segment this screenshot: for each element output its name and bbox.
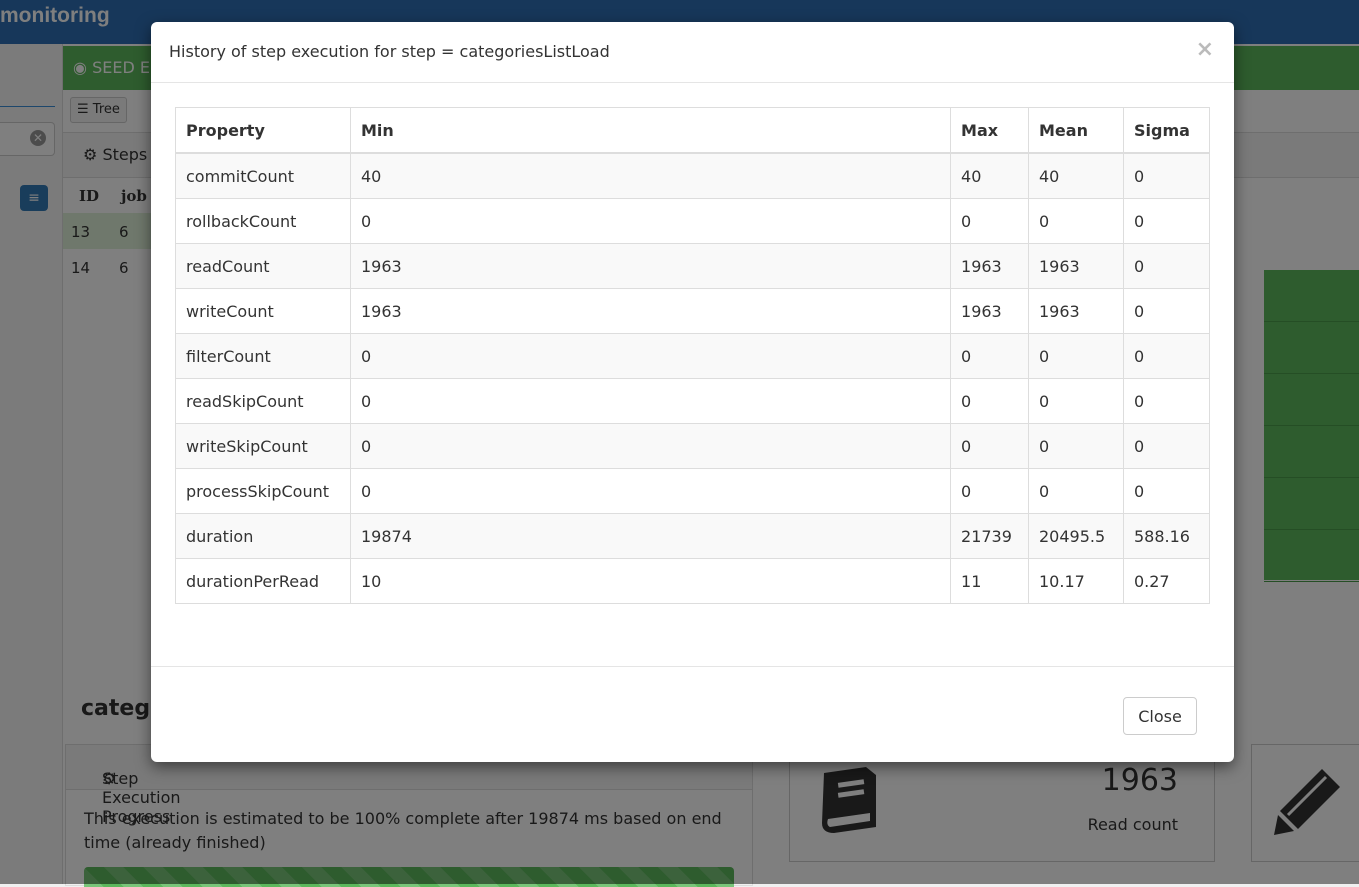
cell-mean: 0 bbox=[1028, 333, 1124, 379]
table-header-row: Property Min Max Mean Sigma bbox=[175, 107, 1211, 154]
cell-min: 19874 bbox=[349, 513, 952, 559]
history-table: Property Min Max Mean Sigma commitCount 4… bbox=[175, 107, 1211, 604]
cell-sigma: 0 bbox=[1122, 288, 1211, 334]
cell-property: readCount bbox=[175, 243, 351, 289]
cell-max: 11 bbox=[950, 558, 1029, 604]
table-row: processSkipCount 0 0 0 0 bbox=[175, 468, 1211, 514]
cell-min: 0 bbox=[349, 333, 952, 379]
cell-mean: 0 bbox=[1028, 198, 1124, 244]
cell-sigma: 0.27 bbox=[1122, 558, 1211, 604]
cell-sigma: 0 bbox=[1122, 152, 1211, 199]
cell-property: writeSkipCount bbox=[175, 423, 351, 469]
cell-mean: 1963 bbox=[1028, 243, 1124, 289]
cell-max: 0 bbox=[950, 468, 1029, 514]
cell-min: 1963 bbox=[349, 288, 952, 334]
cell-mean: 1963 bbox=[1028, 288, 1124, 334]
close-icon[interactable]: × bbox=[1196, 38, 1214, 62]
table-row: commitCount 40 40 40 0 bbox=[175, 152, 1211, 199]
table-row: writeCount 1963 1963 1963 0 bbox=[175, 288, 1211, 334]
cell-max: 0 bbox=[950, 333, 1029, 379]
table-row: filterCount 0 0 0 0 bbox=[175, 333, 1211, 379]
modal-title: History of step execution for step = cat… bbox=[169, 42, 610, 61]
cell-sigma: 0 bbox=[1122, 468, 1211, 514]
cell-min: 0 bbox=[349, 198, 952, 244]
column-header-mean: Mean bbox=[1028, 107, 1124, 154]
cell-property: rollbackCount bbox=[175, 198, 351, 244]
cell-property: commitCount bbox=[175, 152, 351, 199]
history-modal: History of step execution for step = cat… bbox=[151, 22, 1234, 762]
cell-min: 40 bbox=[349, 152, 952, 199]
column-header-max: Max bbox=[950, 107, 1029, 154]
table-row: readCount 1963 1963 1963 0 bbox=[175, 243, 1211, 289]
table-row: readSkipCount 0 0 0 0 bbox=[175, 378, 1211, 424]
cell-mean: 0 bbox=[1028, 468, 1124, 514]
cell-property: filterCount bbox=[175, 333, 351, 379]
cell-max: 0 bbox=[950, 423, 1029, 469]
cell-property: writeCount bbox=[175, 288, 351, 334]
cell-property: durationPerRead bbox=[175, 558, 351, 604]
cell-max: 21739 bbox=[950, 513, 1029, 559]
modal-body: Property Min Max Mean Sigma commitCount 4… bbox=[175, 107, 1211, 604]
cell-min: 0 bbox=[349, 468, 952, 514]
table-row: duration 19874 21739 20495.5 588.16 bbox=[175, 513, 1211, 559]
cell-min: 0 bbox=[349, 423, 952, 469]
cell-sigma: 588.16 bbox=[1122, 513, 1211, 559]
table-row: rollbackCount 0 0 0 0 bbox=[175, 198, 1211, 244]
cell-sigma: 0 bbox=[1122, 243, 1211, 289]
cell-property: readSkipCount bbox=[175, 378, 351, 424]
cell-sigma: 0 bbox=[1122, 198, 1211, 244]
column-header-min: Min bbox=[349, 107, 952, 154]
cell-max: 1963 bbox=[950, 288, 1029, 334]
cell-mean: 0 bbox=[1028, 423, 1124, 469]
close-button[interactable]: Close bbox=[1123, 697, 1197, 735]
history-table-body: commitCount 40 40 40 0 rollbackCount 0 0 0 0 readC… bbox=[175, 152, 1211, 604]
cell-mean: 20495.5 bbox=[1028, 513, 1124, 559]
modal-header: History of step execution for step = cat… bbox=[151, 22, 1234, 83]
table-row: durationPerRead 10 11 10.17 0.27 bbox=[175, 558, 1211, 604]
table-row: writeSkipCount 0 0 0 0 bbox=[175, 423, 1211, 469]
cell-max: 0 bbox=[950, 198, 1029, 244]
cell-sigma: 0 bbox=[1122, 333, 1211, 379]
cell-max: 1963 bbox=[950, 243, 1029, 289]
cell-mean: 0 bbox=[1028, 378, 1124, 424]
cell-min: 10 bbox=[349, 558, 952, 604]
cell-sigma: 0 bbox=[1122, 378, 1211, 424]
column-header-sigma: Sigma bbox=[1122, 107, 1211, 154]
cell-property: processSkipCount bbox=[175, 468, 351, 514]
cell-min: 0 bbox=[349, 378, 952, 424]
modal-footer: Close bbox=[151, 666, 1234, 763]
cell-min: 1963 bbox=[349, 243, 952, 289]
column-header-property: Property bbox=[175, 107, 351, 154]
cell-mean: 40 bbox=[1028, 152, 1124, 199]
cell-property: duration bbox=[175, 513, 351, 559]
cell-max: 0 bbox=[950, 378, 1029, 424]
cell-sigma: 0 bbox=[1122, 423, 1211, 469]
cell-max: 40 bbox=[950, 152, 1029, 199]
cell-mean: 10.17 bbox=[1028, 558, 1124, 604]
